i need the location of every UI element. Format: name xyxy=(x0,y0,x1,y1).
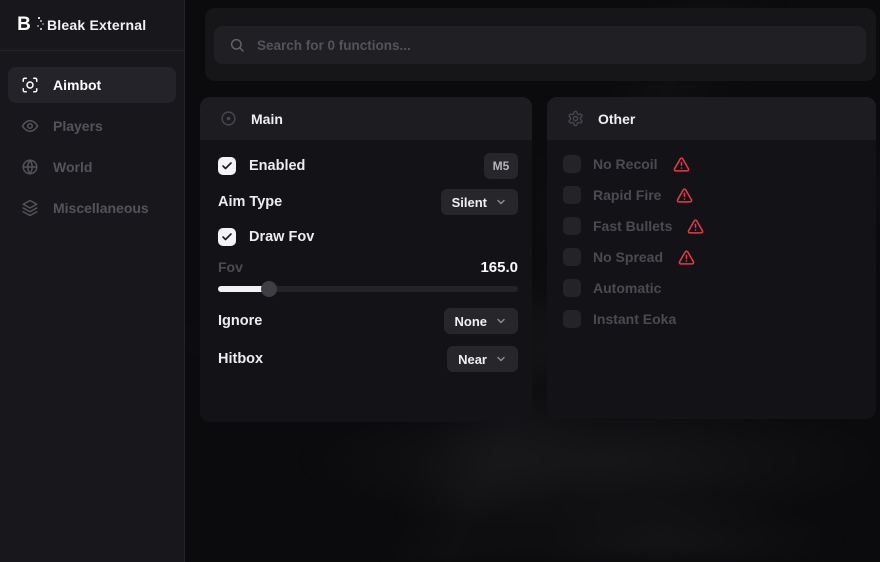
ignore-dropdown[interactable]: None xyxy=(444,308,519,334)
search-input-wrap xyxy=(214,26,866,64)
enabled-label: Enabled xyxy=(249,158,305,174)
other-item-label: Rapid Fire xyxy=(593,187,661,203)
aim-type-value: Silent xyxy=(452,195,487,210)
warning-icon xyxy=(678,249,695,266)
target-icon xyxy=(220,110,237,127)
aim-type-label: Aim Type xyxy=(218,194,282,210)
logo-row: B Bleak External xyxy=(0,0,184,51)
fov-label: Fov xyxy=(218,259,243,275)
fov-label-row: Fov 165.0 xyxy=(218,258,518,276)
main-panel-body: Enabled M5 Aim Type Silent xyxy=(200,140,532,373)
main-panel: Main Enabled M5 Aim Type Silent xyxy=(200,97,532,422)
other-item-label: No Recoil xyxy=(593,156,658,172)
search-icon xyxy=(229,37,245,53)
enabled-row: Enabled M5 xyxy=(218,152,518,180)
other-item-label: No Spread xyxy=(593,249,663,265)
draw-fov-label: Draw Fov xyxy=(249,229,314,245)
other-feature-row: Rapid Fire xyxy=(563,184,862,206)
other-item-label: Automatic xyxy=(593,280,661,296)
chevron-down-icon xyxy=(495,196,507,208)
sidebar-item-players[interactable]: Players xyxy=(8,108,176,144)
check-icon xyxy=(221,160,233,172)
enabled-checkbox[interactable] xyxy=(218,157,236,175)
ignore-row: Ignore None xyxy=(218,307,518,335)
globe-icon xyxy=(21,158,39,176)
other-panel-body: No Recoil Rapid Fire Fast Bullets No Spr… xyxy=(547,140,876,330)
chevron-down-icon xyxy=(495,315,507,327)
hitbox-row: Hitbox Near xyxy=(218,345,518,373)
sidebar-item-label: Players xyxy=(53,118,103,134)
feature-checkbox[interactable] xyxy=(563,279,581,297)
main-panel-header: Main xyxy=(200,97,532,140)
aim-type-row: Aim Type Silent xyxy=(218,189,518,215)
search-input[interactable] xyxy=(257,38,851,53)
other-feature-row: Automatic xyxy=(563,277,862,299)
chevron-down-icon xyxy=(495,353,507,365)
search-panel xyxy=(205,8,876,81)
feature-checkbox[interactable] xyxy=(563,155,581,173)
other-feature-row: Instant Eoka xyxy=(563,308,862,330)
focus-icon xyxy=(21,76,39,94)
sidebar-item-world[interactable]: World xyxy=(8,149,176,185)
ignore-label: Ignore xyxy=(218,313,262,329)
aim-type-dropdown[interactable]: Silent xyxy=(441,189,518,215)
sidebar-item-label: World xyxy=(53,159,92,175)
layers-icon xyxy=(21,199,39,217)
sidebar-item-label: Miscellaneous xyxy=(53,200,149,216)
sidebar-item-aimbot[interactable]: Aimbot xyxy=(8,67,176,103)
gear-icon xyxy=(567,110,584,127)
other-panel: Other No Recoil Rapid Fire Fast Bullets … xyxy=(547,97,876,419)
eye-icon xyxy=(21,117,39,135)
check-icon xyxy=(221,231,233,243)
fov-value: 165.0 xyxy=(480,259,518,276)
feature-checkbox[interactable] xyxy=(563,217,581,235)
hitbox-label: Hitbox xyxy=(218,351,263,367)
other-panel-title: Other xyxy=(598,111,635,127)
fov-slider-handle[interactable] xyxy=(261,281,277,297)
draw-fov-checkbox[interactable] xyxy=(218,228,236,246)
sidebar-nav: Aimbot Players World Miscellaneous xyxy=(0,51,184,242)
sidebar-item-miscellaneous[interactable]: Miscellaneous xyxy=(8,190,176,226)
draw-fov-row: Draw Fov xyxy=(218,224,518,250)
hitbox-value: Near xyxy=(458,352,487,367)
warning-icon xyxy=(673,156,690,173)
other-feature-row: No Spread xyxy=(563,246,862,268)
other-item-label: Fast Bullets xyxy=(593,218,672,234)
main-panel-title: Main xyxy=(251,111,283,127)
other-panel-header: Other xyxy=(547,97,876,140)
other-item-label: Instant Eoka xyxy=(593,311,676,327)
feature-checkbox[interactable] xyxy=(563,248,581,266)
sidebar: B Bleak External Aimbot Players World M xyxy=(0,0,185,562)
warning-icon xyxy=(687,218,704,235)
other-feature-row: No Recoil xyxy=(563,153,862,175)
warning-icon xyxy=(676,187,693,204)
app-title: Bleak External xyxy=(47,17,146,33)
main-content: Main Enabled M5 Aim Type Silent xyxy=(185,0,880,562)
fov-slider[interactable] xyxy=(218,281,518,297)
feature-checkbox[interactable] xyxy=(563,186,581,204)
other-feature-row: Fast Bullets xyxy=(563,215,862,237)
sidebar-item-label: Aimbot xyxy=(53,77,101,93)
ignore-value: None xyxy=(455,314,488,329)
hitbox-dropdown[interactable]: Near xyxy=(447,346,518,372)
app-logo-icon: B xyxy=(13,13,35,37)
feature-checkbox[interactable] xyxy=(563,310,581,328)
enabled-keybind-badge[interactable]: M5 xyxy=(484,153,518,179)
